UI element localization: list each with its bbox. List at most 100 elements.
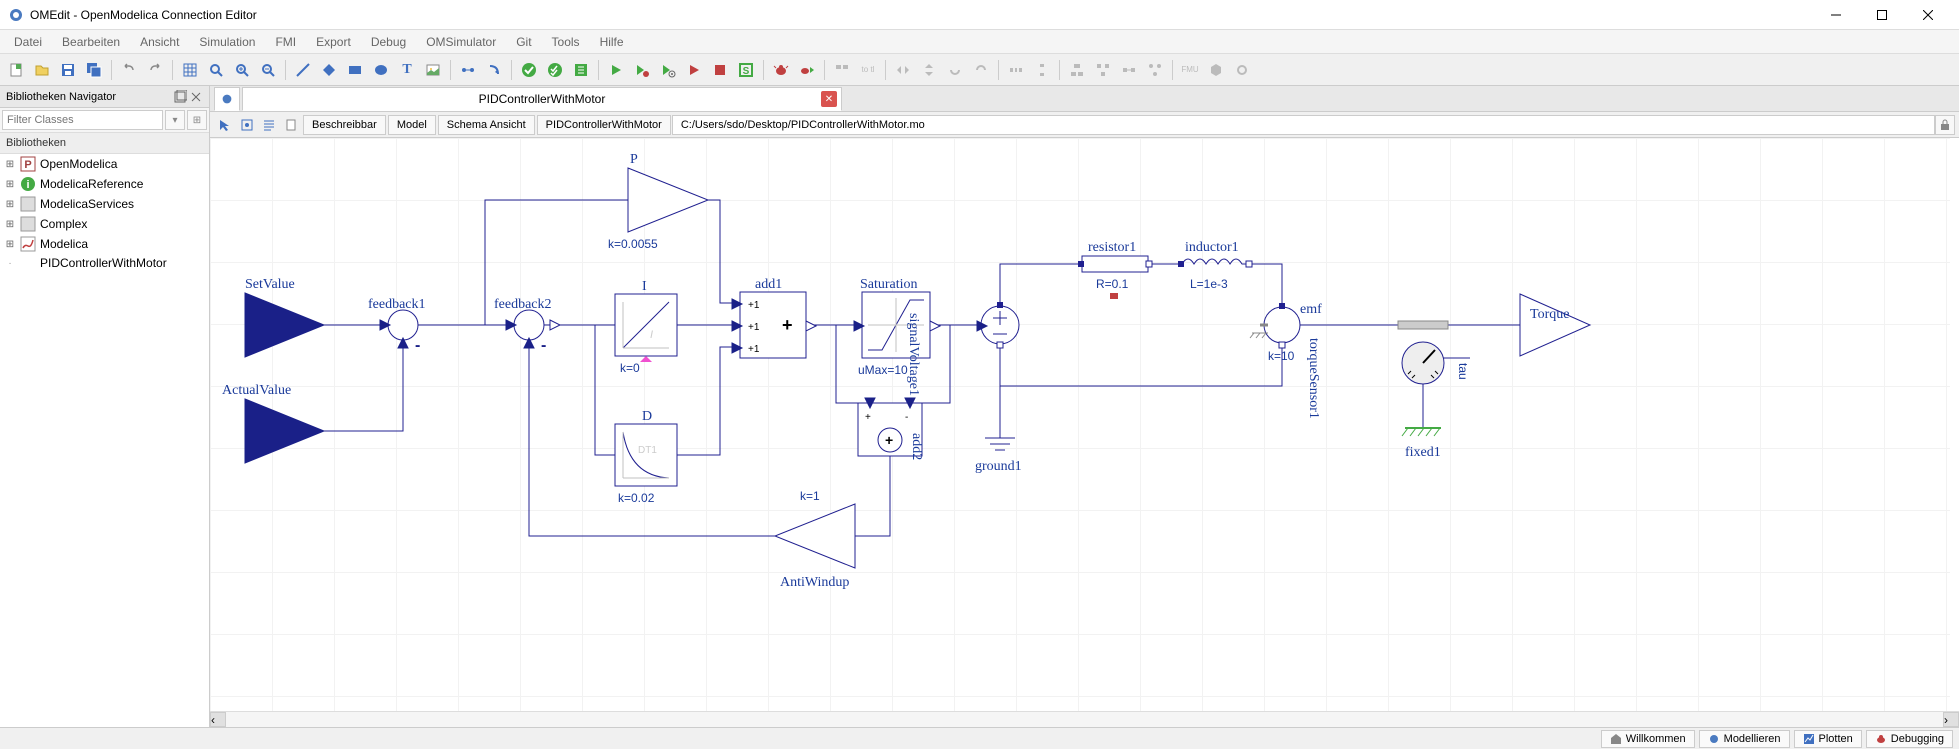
resimulate-icon[interactable]	[682, 58, 706, 82]
lock-icon[interactable]	[1935, 115, 1955, 135]
open-file-icon[interactable]	[30, 58, 54, 82]
writable-indicator[interactable]: Beschreibbar	[303, 115, 386, 135]
actualvalue-port[interactable]	[245, 399, 324, 463]
check-model-icon[interactable]	[517, 58, 541, 82]
tab-home[interactable]	[214, 87, 240, 111]
fixed-block[interactable]	[1402, 384, 1441, 436]
save-all-icon[interactable]	[82, 58, 106, 82]
rect-tool-icon[interactable]	[343, 58, 367, 82]
tab-pidcontroller[interactable]: PIDControllerWithMotor ✕	[242, 87, 842, 111]
simulate-anim-icon[interactable]	[630, 58, 654, 82]
distribute2-icon[interactable]	[1030, 58, 1054, 82]
polygon-tool-icon[interactable]	[317, 58, 341, 82]
menu-tools[interactable]: Tools	[542, 33, 590, 51]
feedback2-block[interactable]	[514, 310, 544, 340]
tree-item-complex[interactable]: ⊞ Complex	[0, 214, 209, 234]
debug-icon[interactable]	[769, 58, 793, 82]
menu-export[interactable]: Export	[306, 33, 361, 51]
flip-v-icon[interactable]	[917, 58, 941, 82]
feedback1-block[interactable]	[388, 310, 418, 340]
rotate-ccw-icon[interactable]	[969, 58, 993, 82]
menu-bearbeiten[interactable]: Bearbeiten	[52, 33, 130, 51]
menu-omsimulator[interactable]: OMSimulator	[416, 33, 506, 51]
horizontal-scrollbar[interactable]: ‹›	[210, 711, 1959, 727]
doc-view-icon[interactable]	[280, 114, 302, 136]
rotate-cw-icon[interactable]	[943, 58, 967, 82]
zoom-in-icon[interactable]	[230, 58, 254, 82]
tree-item-modelica[interactable]: ⊞ Modelica	[0, 234, 209, 254]
align-icon[interactable]	[830, 58, 854, 82]
menu-fmi[interactable]: FMI	[265, 33, 306, 51]
ground-label: ground1	[975, 459, 1022, 474]
diagram-canvas-scroll[interactable]: SetValue ActualValue - feedback1 -	[210, 138, 1959, 711]
line-tool-icon[interactable]	[291, 58, 315, 82]
instantiate-icon[interactable]	[569, 58, 593, 82]
status-debug[interactable]: Debugging	[1866, 730, 1953, 748]
tree-item-pidcontroller[interactable]: · PIDControllerWithMotor	[0, 254, 209, 272]
simulate-icon[interactable]	[604, 58, 628, 82]
undock-icon[interactable]	[173, 90, 187, 104]
zoom-out-icon[interactable]	[256, 58, 280, 82]
distribute-icon[interactable]	[1004, 58, 1028, 82]
transition-tool-icon[interactable]	[482, 58, 506, 82]
align2-icon[interactable]: to tl	[856, 58, 880, 82]
fmu-icon[interactable]: FMU	[1178, 58, 1202, 82]
build-icon[interactable]	[708, 58, 732, 82]
ground-block[interactable]	[985, 426, 1015, 450]
image-tool-icon[interactable]	[421, 58, 445, 82]
menu-git[interactable]: Git	[506, 33, 541, 51]
debug-run-icon[interactable]	[795, 58, 819, 82]
chain-icon[interactable]	[1117, 58, 1141, 82]
filter-clear-button[interactable]: ▾	[165, 110, 185, 130]
refresh-icon[interactable]	[1230, 58, 1254, 82]
undo-icon[interactable]	[117, 58, 141, 82]
cube-icon[interactable]	[1204, 58, 1228, 82]
menu-simulation[interactable]: Simulation	[189, 33, 265, 51]
tree-icon[interactable]	[1065, 58, 1089, 82]
diagram-canvas[interactable]: SetValue ActualValue - feedback1 -	[210, 138, 1950, 711]
text-tool-icon[interactable]: T	[395, 58, 419, 82]
torque-port[interactable]	[1520, 294, 1590, 356]
status-welcome[interactable]: Willkommen	[1601, 730, 1695, 748]
save-icon[interactable]	[56, 58, 80, 82]
antiwindup-block[interactable]	[775, 504, 855, 568]
minimize-button[interactable]	[1813, 0, 1859, 30]
ellipse-tool-icon[interactable]	[369, 58, 393, 82]
icon-view-icon[interactable]	[236, 114, 258, 136]
filter-classes-input[interactable]	[2, 110, 163, 130]
tab-close-button[interactable]: ✕	[821, 91, 837, 107]
filter-expand-button[interactable]: ⊞	[187, 110, 207, 130]
maximize-button[interactable]	[1859, 0, 1905, 30]
tree-item-modelicareference[interactable]: ⊞ i ModelicaReference	[0, 174, 209, 194]
zoom-fit-icon[interactable]	[204, 58, 228, 82]
flip-h-icon[interactable]	[891, 58, 915, 82]
status-plot[interactable]: Plotten	[1794, 730, 1862, 748]
connect-tool-icon[interactable]	[456, 58, 480, 82]
p-gain-block[interactable]	[628, 168, 708, 232]
simulate-setup-icon[interactable]	[656, 58, 680, 82]
tree-item-openmodelica[interactable]: ⊞ P OpenModelica	[0, 154, 209, 174]
tree-item-modelicaservices[interactable]: ⊞ ModelicaServices	[0, 194, 209, 214]
menu-hilfe[interactable]: Hilfe	[590, 33, 634, 51]
model-name-indicator[interactable]: PIDControllerWithMotor	[537, 115, 671, 135]
menu-ansicht[interactable]: Ansicht	[130, 33, 189, 51]
network-icon[interactable]	[1143, 58, 1167, 82]
cursor-mode-icon[interactable]	[214, 114, 236, 136]
menu-debug[interactable]: Debug	[361, 33, 416, 51]
tree2-icon[interactable]	[1091, 58, 1115, 82]
text-view-icon[interactable]	[258, 114, 280, 136]
new-file-icon[interactable]	[4, 58, 28, 82]
menu-datei[interactable]: Datei	[4, 33, 52, 51]
library-tree[interactable]: ⊞ P OpenModelica ⊞ i ModelicaReference ⊞…	[0, 154, 209, 727]
redo-icon[interactable]	[143, 58, 167, 82]
s-mode-icon[interactable]: S	[734, 58, 758, 82]
grid-icon[interactable]	[178, 58, 202, 82]
close-panel-icon[interactable]	[189, 90, 203, 104]
inductor-block[interactable]	[1182, 259, 1248, 264]
emf-block[interactable]	[1264, 307, 1300, 343]
status-model[interactable]: Modellieren	[1699, 730, 1790, 748]
resistor-block[interactable]	[1082, 256, 1148, 272]
setvalue-port[interactable]	[245, 293, 324, 357]
close-button[interactable]	[1905, 0, 1951, 30]
check-all-icon[interactable]	[543, 58, 567, 82]
